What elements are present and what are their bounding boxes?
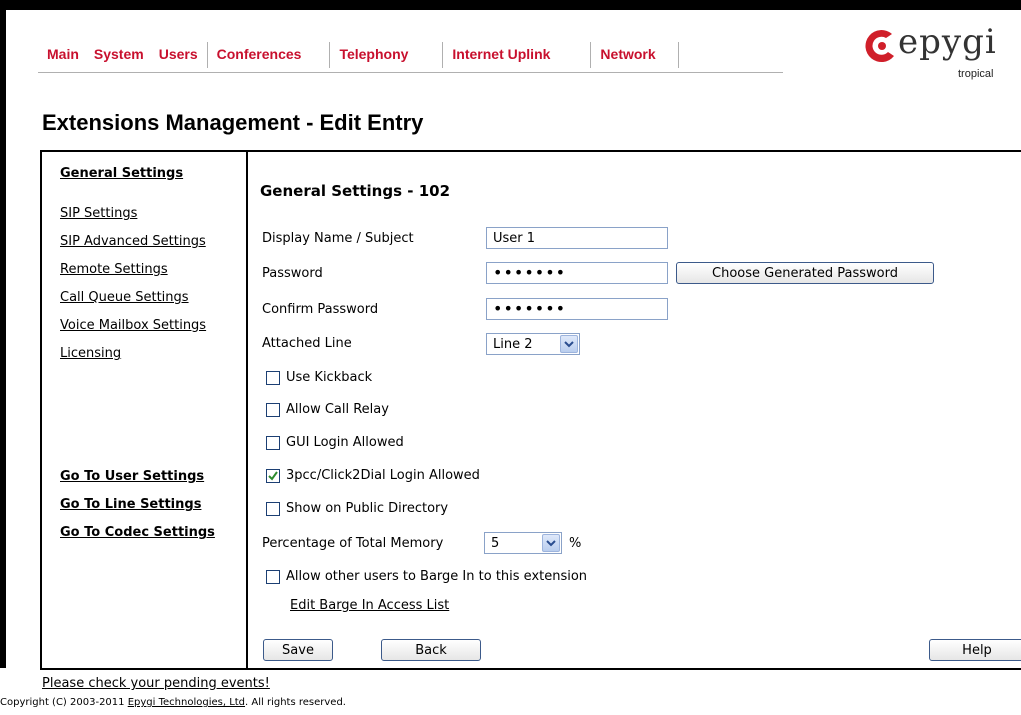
barge-in-label: Allow other users to Barge In to this ex… — [286, 569, 588, 584]
epygi-logo-icon — [865, 30, 894, 63]
sidebar: General Settings SIP Settings SIP Advanc… — [42, 152, 248, 668]
memory-value: 5 — [491, 535, 500, 551]
nav-main[interactable]: Main — [38, 42, 85, 68]
gui-login-allowed-label: GUI Login Allowed — [286, 435, 404, 450]
password-label: Password — [262, 266, 323, 281]
allow-call-relay-label: Allow Call Relay — [286, 402, 389, 417]
help-button[interactable]: Help — [929, 639, 1021, 661]
copyright-prefix: Copyright (C) 2003-2011 — [0, 697, 128, 708]
display-name-label: Display Name / Subject — [262, 231, 414, 246]
public-directory-row: Show on Public Directory — [266, 501, 448, 516]
confirm-password-label: Confirm Password — [262, 302, 379, 317]
nav-network[interactable]: Network — [591, 42, 679, 68]
memory-select[interactable]: 5 — [484, 532, 562, 554]
allow-call-relay-row: Allow Call Relay — [266, 402, 389, 417]
page-title: Extensions Management - Edit Entry — [42, 110, 424, 135]
top-navigation: Main System Users Conferences Telephony … — [38, 42, 783, 73]
save-button[interactable]: Save — [263, 639, 333, 661]
public-directory-label: Show on Public Directory — [286, 501, 449, 516]
back-button[interactable]: Back — [381, 639, 481, 661]
sidebar-item-general-settings[interactable]: General Settings — [60, 166, 183, 181]
nav-conferences[interactable]: Conferences — [208, 42, 331, 68]
main-panel: General Settings SIP Settings SIP Advanc… — [40, 150, 1021, 670]
display-name-field[interactable] — [486, 227, 668, 249]
allow-call-relay-checkbox[interactable] — [266, 402, 280, 417]
click2dial-login-checkbox[interactable] — [266, 468, 280, 483]
attached-line-label: Attached Line — [262, 336, 352, 351]
logo-word: epygi — [898, 22, 997, 62]
click2dial-login-row: 3pcc/Click2Dial Login Allowed — [266, 468, 480, 483]
choose-generated-password-button[interactable]: Choose Generated Password — [676, 262, 934, 284]
gui-login-allowed-row: GUI Login Allowed — [266, 435, 404, 450]
copyright-notice: Copyright (C) 2003-2011 Epygi Technologi… — [0, 697, 346, 708]
nav-internet-uplink[interactable]: Internet Uplink — [443, 42, 592, 68]
attached-line-select[interactable]: Line 2 — [486, 333, 580, 355]
sidebar-item-call-queue-settings[interactable]: Call Queue Settings — [60, 290, 189, 305]
confirm-password-field[interactable]: ••••••• — [486, 298, 668, 320]
attached-line-value: Line 2 — [493, 336, 533, 352]
nav-system[interactable]: System — [85, 42, 150, 68]
barge-in-checkbox[interactable] — [266, 569, 280, 584]
chevron-down-icon[interactable] — [542, 534, 560, 552]
barge-in-row: Allow other users to Barge In to this ex… — [266, 569, 587, 584]
nav-users[interactable]: Users — [150, 42, 208, 68]
use-kickback-checkbox[interactable] — [266, 370, 280, 385]
use-kickback-row: Use Kickback — [266, 370, 372, 385]
window-left-border — [0, 0, 6, 668]
use-kickback-label: Use Kickback — [286, 370, 373, 385]
logo-tag: tropical — [958, 68, 994, 80]
content-area: General Settings - 102 Display Name / Su… — [248, 152, 1021, 668]
epygi-logo: epygi tropical — [862, 22, 1021, 86]
goto-user-settings-link[interactable]: Go To User Settings — [60, 469, 204, 484]
sidebar-item-licensing[interactable]: Licensing — [60, 346, 121, 361]
section-title: General Settings - 102 — [260, 182, 451, 200]
nav-telephony[interactable]: Telephony — [330, 42, 444, 68]
sidebar-item-voice-mailbox-settings[interactable]: Voice Mailbox Settings — [60, 318, 206, 333]
sidebar-item-sip-advanced-settings[interactable]: SIP Advanced Settings — [60, 234, 206, 249]
window-top-border — [0, 0, 1021, 10]
click2dial-login-label: 3pcc/Click2Dial Login Allowed — [286, 468, 480, 483]
gui-login-allowed-checkbox[interactable] — [266, 435, 280, 450]
sidebar-item-remote-settings[interactable]: Remote Settings — [60, 262, 168, 277]
edit-barge-in-link[interactable]: Edit Barge In Access List — [290, 598, 449, 613]
chevron-down-icon[interactable] — [560, 335, 578, 353]
copyright-suffix: . All rights reserved. — [245, 697, 346, 708]
public-directory-checkbox[interactable] — [266, 501, 280, 516]
epygi-company-link[interactable]: Epygi Technologies, Ltd — [128, 697, 245, 708]
memory-unit: % — [569, 536, 582, 551]
sidebar-item-sip-settings[interactable]: SIP Settings — [60, 206, 137, 221]
checkmark-icon — [268, 470, 278, 481]
pending-events-link[interactable]: Please check your pending events! — [42, 676, 270, 691]
goto-line-settings-link[interactable]: Go To Line Settings — [60, 497, 201, 512]
password-field[interactable]: ••••••• — [486, 262, 668, 284]
goto-codec-settings-link[interactable]: Go To Codec Settings — [60, 525, 215, 540]
memory-label: Percentage of Total Memory — [262, 536, 444, 551]
